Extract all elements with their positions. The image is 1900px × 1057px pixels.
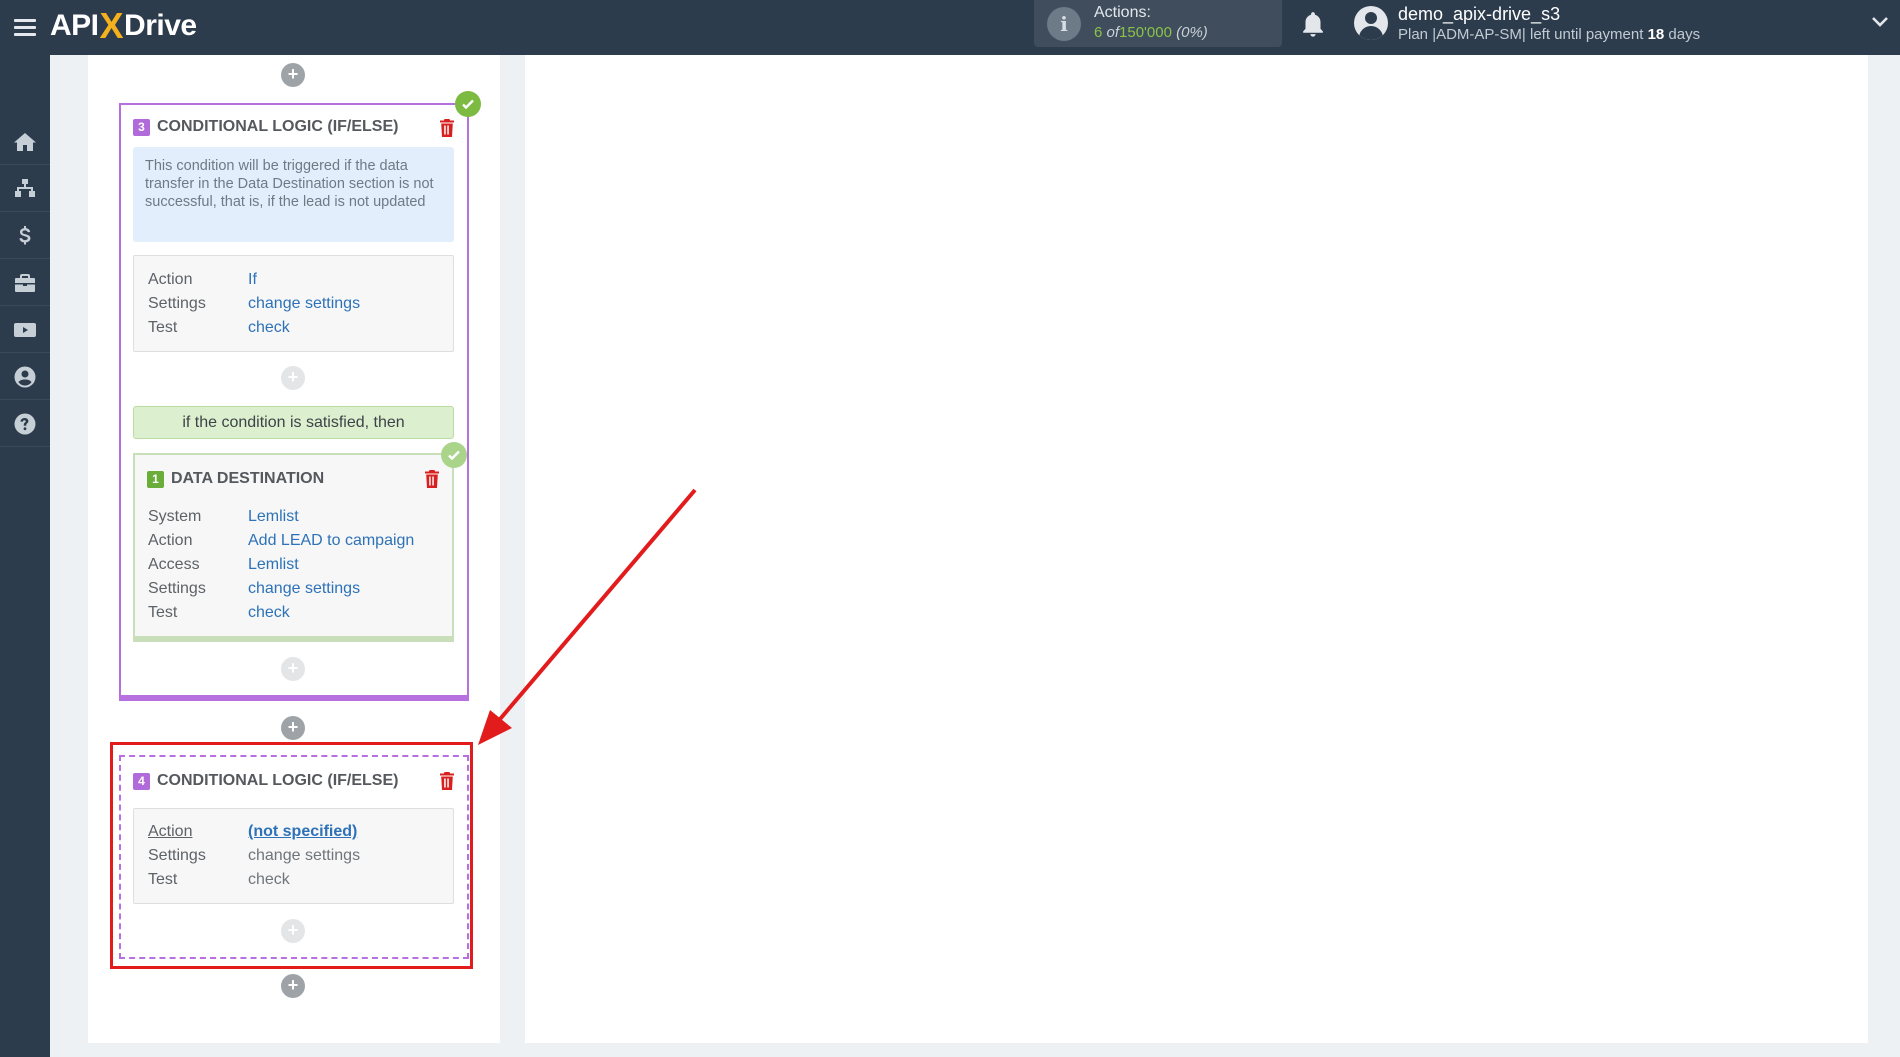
logo-text-drive: Drive	[124, 9, 197, 42]
block-3-number: 3	[133, 118, 150, 136]
block-3-settings: Action If Settings change settings Test che…	[133, 255, 454, 352]
username[interactable]: demo_apix-drive_s3	[1398, 4, 1560, 25]
change-settings-text: change settings	[248, 847, 361, 864]
check-link[interactable]: check	[248, 319, 290, 336]
change-settings-link[interactable]: change settings	[248, 580, 360, 597]
briefcase-icon	[15, 273, 35, 292]
row-label: Settings	[148, 295, 206, 312]
sidebar-item-home[interactable]	[0, 119, 50, 165]
days-suffix: days	[1668, 26, 1701, 43]
sidebar	[0, 55, 50, 1057]
destination-title-text: DATA DESTINATION	[171, 470, 325, 487]
action-link[interactable]: If	[248, 271, 257, 288]
destination-title: 1 DATA DESTINATION	[147, 470, 324, 488]
sidebar-item-connections[interactable]	[0, 166, 50, 212]
block-4-row-test: Test check	[148, 871, 290, 889]
trash-icon[interactable]	[439, 119, 455, 137]
condition-description: This condition will be triggered if the …	[133, 147, 454, 242]
avatar[interactable]	[1354, 6, 1388, 40]
chevron-down-icon[interactable]	[1870, 12, 1890, 32]
row-label: Settings	[148, 847, 206, 864]
logo-text-api: API	[50, 9, 99, 42]
row-label: Settings	[148, 580, 206, 597]
block-3-title-text: CONDITIONAL LOGIC (IF/ELSE)	[157, 118, 399, 135]
sidebar-item-account[interactable]	[0, 354, 50, 400]
check-link[interactable]: check	[248, 604, 290, 621]
dollar-icon	[19, 225, 31, 244]
check-text: check	[248, 871, 290, 888]
block-4-settings: Action (not specified) Settings change set…	[133, 808, 454, 904]
block-3-row-test: Test check	[148, 319, 290, 337]
youtube-icon	[14, 322, 36, 337]
help-icon	[14, 413, 36, 434]
block-4-title-text: CONDITIONAL LOGIC (IF/ELSE)	[157, 772, 399, 789]
actions-value: 6 of150'000 (0%)	[1094, 24, 1208, 41]
check-icon	[441, 442, 467, 468]
bell-icon[interactable]	[1300, 10, 1326, 40]
top-bar: API X Drive i Actions: 6 of150'000 (0%) de…	[0, 0, 1900, 55]
row-label: Action	[148, 271, 193, 288]
block-4-number: 4	[133, 772, 150, 790]
details-panel	[525, 55, 1868, 1043]
row-label: Action	[148, 532, 193, 549]
change-settings-link[interactable]: change settings	[248, 295, 360, 312]
actions-percent: (0%)	[1176, 24, 1208, 41]
actions-of: of	[1106, 24, 1120, 41]
row-label: Test	[148, 319, 178, 336]
annotation-arrow-icon	[478, 488, 697, 745]
sidebar-item-billing[interactable]	[0, 213, 50, 259]
sidebar-item-help[interactable]	[0, 401, 50, 447]
block-3-row-action: Action If	[148, 271, 257, 289]
sidebar-item-services[interactable]	[0, 260, 50, 306]
logo[interactable]: API X Drive	[50, 5, 197, 47]
destination-row-system: System Lemlist	[148, 508, 299, 526]
condition-satisfied-label: if the condition is satisfied, then	[133, 406, 454, 439]
destination-number: 1	[147, 470, 164, 488]
row-label: Access	[148, 556, 200, 573]
logo-text-x: X	[99, 5, 124, 46]
add-step-button[interactable]: +	[281, 63, 305, 87]
system-link[interactable]: Lemlist	[248, 508, 299, 525]
check-icon	[455, 91, 481, 117]
add-step-button[interactable]: +	[281, 919, 305, 943]
add-step-button[interactable]: +	[281, 974, 305, 998]
row-label: Test	[148, 871, 178, 888]
menu-toggle-icon[interactable]	[14, 14, 36, 40]
add-step-button[interactable]: +	[281, 366, 305, 390]
days-left-number: 18	[1647, 26, 1665, 43]
access-link[interactable]: Lemlist	[248, 556, 299, 573]
actions-counter: i Actions: 6 of150'000 (0%)	[1034, 0, 1282, 47]
actions-used: 6	[1094, 24, 1103, 41]
action-not-specified-link[interactable]: (not specified)	[248, 823, 357, 840]
trash-icon[interactable]	[439, 772, 455, 790]
row-label: System	[148, 508, 202, 525]
row-label: Action	[148, 823, 193, 840]
block-3-row-settings: Settings change settings	[148, 295, 360, 313]
actions-total: 150'000	[1119, 24, 1172, 41]
block-4-row-action: Action (not specified)	[148, 823, 357, 841]
action-link[interactable]: Add LEAD to campaign	[248, 532, 414, 549]
trash-icon[interactable]	[424, 470, 440, 488]
plan-info: Plan |ADM-AP-SM| left until payment 18 d…	[1398, 26, 1700, 43]
user-circle-icon	[14, 366, 36, 387]
destination-row-action: Action Add LEAD to campaign	[148, 532, 414, 550]
block-3-title: 3 CONDITIONAL LOGIC (IF/ELSE)	[133, 118, 398, 136]
add-step-button[interactable]: +	[281, 716, 305, 740]
home-icon	[14, 132, 36, 151]
row-label: Test	[148, 604, 178, 621]
actions-title: Actions:	[1094, 4, 1151, 21]
add-step-button[interactable]: +	[281, 657, 305, 681]
sitemap-icon	[15, 178, 35, 197]
destination-row-settings: Settings change settings	[148, 580, 360, 598]
block-4-row-settings: Settings change settings	[148, 847, 360, 865]
info-icon: i	[1047, 7, 1081, 41]
destination-row-access: Access Lemlist	[148, 556, 299, 574]
block-4-title: 4 CONDITIONAL LOGIC (IF/ELSE)	[133, 772, 398, 790]
sidebar-item-videos[interactable]	[0, 307, 50, 353]
plan-prefix: Plan |ADM-AP-SM| left until payment	[1398, 26, 1644, 43]
destination-row-test: Test check	[148, 604, 290, 622]
